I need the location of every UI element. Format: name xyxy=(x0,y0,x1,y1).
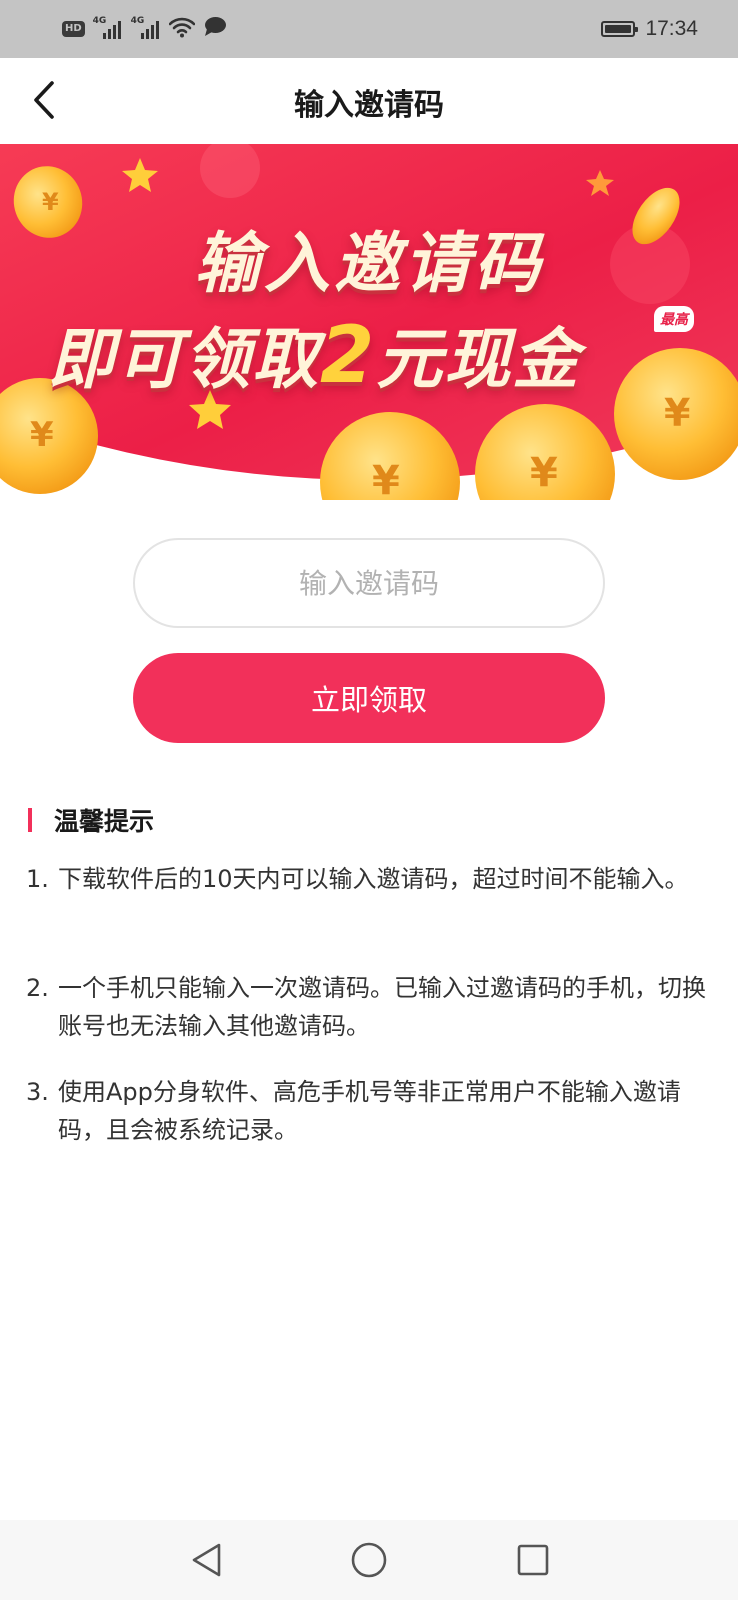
clock: 17:34 xyxy=(645,17,698,40)
status-bar: HD 4G 4G 17:34 xyxy=(0,0,738,58)
status-right: 17:34 xyxy=(601,15,698,43)
back-triangle-icon xyxy=(192,1543,221,1577)
banner-amount: 2 xyxy=(320,311,377,401)
svg-text:¥: ¥ xyxy=(30,415,54,455)
battery-icon xyxy=(601,21,639,37)
status-left: HD 4G 4G xyxy=(62,16,227,42)
tip-number: 1. xyxy=(26,865,49,893)
tip-item: 1. 下载软件后的10天内可以输入邀请码，超过时间不能输入。 xyxy=(26,860,706,898)
recents-square-icon xyxy=(517,1544,549,1576)
hd-icon: HD xyxy=(62,21,85,37)
tips-accent-bar xyxy=(28,808,32,832)
tips-title: 温馨提示 xyxy=(54,807,155,836)
tip-text: 一个手机只能输入一次邀请码。已输入过邀请码的手机，切换账号也无法输入其他邀请码。 xyxy=(58,974,706,1040)
banner-subheadline: 即可领取2元现金 xyxy=(48,306,580,402)
tip-number: 2. xyxy=(26,974,49,1002)
wifi-icon xyxy=(168,16,195,42)
claim-button[interactable]: 立即领取 xyxy=(133,653,605,743)
svg-text:¥: ¥ xyxy=(664,391,690,435)
max-badge: 最高 xyxy=(654,306,694,332)
promo-banner: ¥ ¥ ¥ ¥ ¥ 输入邀请码 即可领取2元现金 最高 xyxy=(0,144,738,500)
svg-text:¥: ¥ xyxy=(530,450,558,496)
system-home-button[interactable] xyxy=(347,1538,391,1582)
banner-suffix: 元现金 xyxy=(376,321,581,398)
system-nav-bar xyxy=(0,1520,738,1600)
tip-text: 下载软件后的10天内可以输入邀请码，超过时间不能输入。 xyxy=(58,865,689,893)
invite-code-input[interactable] xyxy=(133,538,605,628)
tip-number: 3. xyxy=(26,1078,49,1106)
page-title: 输入邀请码 xyxy=(294,88,444,123)
tip-item: 2. 一个手机只能输入一次邀请码。已输入过邀请码的手机，切换账号也无法输入其他邀… xyxy=(26,969,706,1045)
tip-item: 3. 使用App分身软件、高危手机号等非正常用户不能输入邀请码，且会被系统记录。 xyxy=(26,1073,706,1149)
tip-text: 使用App分身软件、高危手机号等非正常用户不能输入邀请码，且会被系统记录。 xyxy=(58,1078,681,1144)
system-back-button[interactable] xyxy=(184,1538,228,1582)
nav-header: 输入邀请码 xyxy=(0,58,738,144)
signal-4g-icon: 4G xyxy=(131,16,161,40)
message-icon xyxy=(203,16,227,42)
svg-text:¥: ¥ xyxy=(372,458,400,500)
banner-headline: 输入邀请码 xyxy=(194,225,544,302)
banner-prefix: 即可领取 xyxy=(48,321,320,398)
home-circle-icon xyxy=(351,1542,387,1578)
signal-4g-icon: 4G xyxy=(93,16,123,40)
system-recents-button[interactable] xyxy=(511,1538,555,1582)
